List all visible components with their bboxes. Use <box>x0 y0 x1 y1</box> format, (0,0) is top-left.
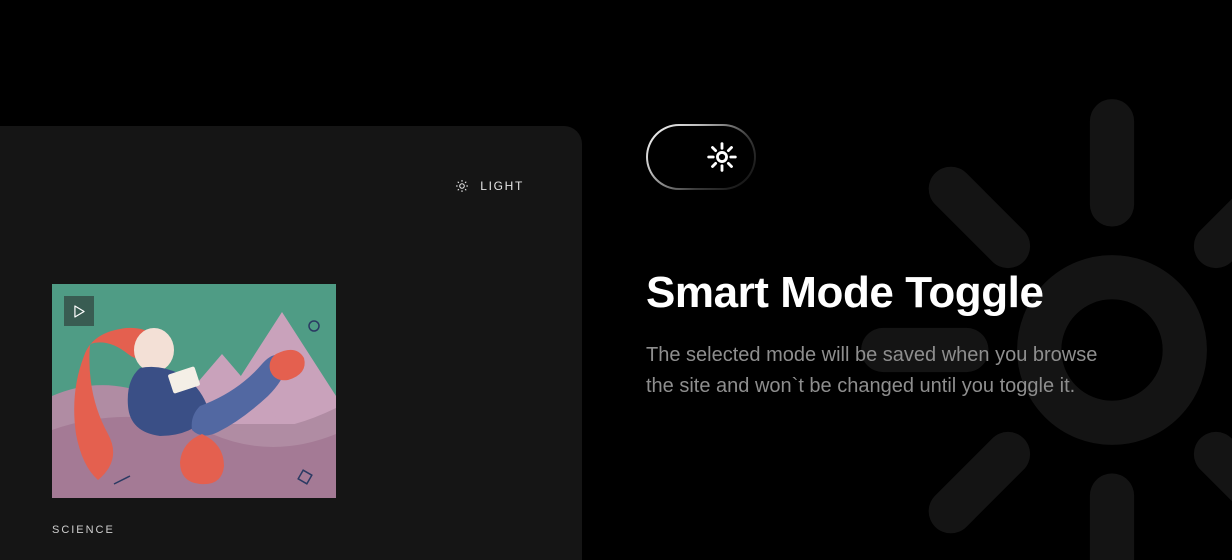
toggle-knob <box>694 129 750 185</box>
play-button[interactable] <box>64 296 94 326</box>
app-preview-panel: LIGHT <box>0 126 582 560</box>
mode-toggle[interactable] <box>646 124 756 190</box>
feature-showcase: LIGHT <box>0 0 1232 560</box>
light-mode-button[interactable]: LIGHT <box>454 178 524 194</box>
play-icon <box>74 305 85 318</box>
category-label: SCIENCE <box>52 524 115 536</box>
feature-description-text: The selected mode will be saved when you… <box>646 340 1116 402</box>
video-thumbnail[interactable] <box>52 284 336 498</box>
feature-title: Smart Mode Toggle <box>646 268 1166 318</box>
thumbnail-illustration <box>52 284 336 498</box>
sun-icon <box>705 140 739 174</box>
feature-description: Smart Mode Toggle The selected mode will… <box>646 124 1166 402</box>
light-mode-label: LIGHT <box>480 179 524 193</box>
sun-icon <box>454 178 470 194</box>
